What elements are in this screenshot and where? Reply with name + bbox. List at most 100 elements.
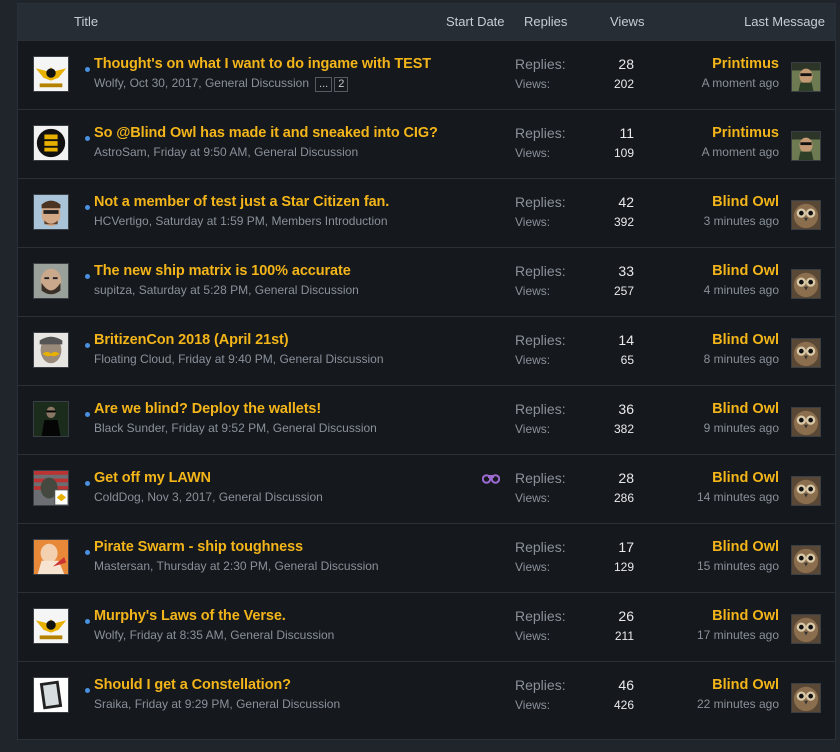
- last-message-time[interactable]: 14 minutes ago: [697, 490, 779, 504]
- last-message-user[interactable]: Blind Owl: [712, 539, 779, 555]
- frame-icon[interactable]: [33, 677, 69, 713]
- thread-row[interactable]: So @Blind Owl has made it and sneaked in…: [18, 109, 835, 178]
- thread-title[interactable]: Thought's on what I want to do ingame wi…: [94, 56, 431, 72]
- thread-start-date[interactable]: Friday at 9:40 PM: [178, 352, 273, 366]
- last-message-user[interactable]: Blind Owl: [712, 194, 779, 210]
- thread-title[interactable]: Get off my LAWN: [94, 470, 211, 486]
- thread-title[interactable]: The new ship matrix is 100% accurate: [94, 263, 351, 279]
- thread-author[interactable]: AstroSam: [94, 145, 147, 159]
- owl-avatar-icon[interactable]: [791, 269, 821, 299]
- thread-forum[interactable]: Members Introduction: [271, 214, 387, 228]
- thread-author[interactable]: ColdDog: [94, 490, 141, 504]
- thread-forum[interactable]: General Discussion: [236, 697, 340, 711]
- thread-start-date[interactable]: Oct 30, 2017: [130, 76, 199, 90]
- thread-row[interactable]: Pirate Swarm - ship toughness Mastersan, …: [18, 523, 835, 592]
- mustache-face-icon[interactable]: [33, 332, 69, 368]
- thread-start-date[interactable]: Friday at 8:35 AM: [130, 628, 224, 642]
- thread-meta: HCVertigo, Saturday at 1:59 PM, Members …: [94, 214, 388, 228]
- last-message-time[interactable]: 9 minutes ago: [704, 421, 779, 435]
- column-views[interactable]: Views: [610, 14, 644, 29]
- owl-avatar-icon[interactable]: [791, 407, 821, 437]
- last-message-user[interactable]: Blind Owl: [712, 470, 779, 486]
- orange-figure-icon[interactable]: [33, 539, 69, 575]
- t-logo-icon[interactable]: [33, 125, 69, 161]
- last-message-time[interactable]: 17 minutes ago: [697, 628, 779, 642]
- page-link[interactable]: ...: [315, 77, 333, 92]
- last-message-user[interactable]: Printimus: [712, 56, 779, 72]
- thread-meta: ColdDog, Nov 3, 2017, General Discussion: [94, 490, 323, 504]
- owl-avatar-icon[interactable]: [791, 476, 821, 506]
- last-message-time[interactable]: 4 minutes ago: [704, 283, 779, 297]
- face-avatar-icon[interactable]: [33, 194, 69, 230]
- thread-forum[interactable]: General Discussion: [230, 628, 334, 642]
- thread-author[interactable]: Sraika: [94, 697, 128, 711]
- thread-author[interactable]: Floating Cloud: [94, 352, 171, 366]
- last-message-user[interactable]: Blind Owl: [712, 401, 779, 417]
- thread-row[interactable]: Not a member of test just a Star Citizen…: [18, 178, 835, 247]
- last-message-user[interactable]: Blind Owl: [712, 263, 779, 279]
- last-message-user[interactable]: Blind Owl: [712, 677, 779, 693]
- thread-author[interactable]: supitza: [94, 283, 132, 297]
- thread-row[interactable]: Are we blind? Deploy the wallets! Black S…: [18, 385, 835, 454]
- thread-title[interactable]: Are we blind? Deploy the wallets!: [94, 401, 321, 417]
- last-message-user[interactable]: Blind Owl: [712, 332, 779, 348]
- thread-row[interactable]: BritizenCon 2018 (April 21st) Floating Cl…: [18, 316, 835, 385]
- column-title[interactable]: Title: [74, 14, 98, 29]
- last-message-time[interactable]: 22 minutes ago: [697, 697, 779, 711]
- thread-start-date[interactable]: Nov 3, 2017: [147, 490, 212, 504]
- thread-title[interactable]: BritizenCon 2018 (April 21st): [94, 332, 289, 348]
- thread-start-date[interactable]: Friday at 9:52 PM: [171, 421, 266, 435]
- thread-row[interactable]: Should I get a Constellation? Sraika, Fri…: [18, 661, 835, 730]
- last-message-time[interactable]: 3 minutes ago: [704, 214, 779, 228]
- thread-row[interactable]: Murphy's Laws of the Verse. Wolfy, Friday…: [18, 592, 835, 661]
- thread-title[interactable]: Murphy's Laws of the Verse.: [94, 608, 286, 624]
- wings-badge-icon[interactable]: [33, 56, 69, 92]
- thread-title[interactable]: Should I get a Constellation?: [94, 677, 291, 693]
- thread-forum[interactable]: General Discussion: [279, 352, 383, 366]
- owl-avatar-icon[interactable]: [791, 338, 821, 368]
- column-last-message[interactable]: Last Message: [744, 14, 825, 29]
- thread-row[interactable]: Get off my LAWN ColdDog, Nov 3, 2017, Gen…: [18, 454, 835, 523]
- thread-start-date[interactable]: Friday at 9:50 AM: [153, 145, 247, 159]
- wings-badge-icon[interactable]: [33, 608, 69, 644]
- bearded-face-icon[interactable]: [33, 263, 69, 299]
- flag-soldier-icon[interactable]: [33, 470, 69, 506]
- thread-start-date[interactable]: Thursday at 2:30 PM: [156, 559, 267, 573]
- thread-row[interactable]: The new ship matrix is 100% accurate supi…: [18, 247, 835, 316]
- thread-forum[interactable]: General Discussion: [273, 421, 377, 435]
- matrix-figure-icon[interactable]: [33, 401, 69, 437]
- thread-forum[interactable]: General Discussion: [219, 490, 323, 504]
- last-message-time[interactable]: 8 minutes ago: [704, 352, 779, 366]
- last-message-user[interactable]: Blind Owl: [712, 608, 779, 624]
- thread-title[interactable]: So @Blind Owl has made it and sneaked in…: [94, 125, 438, 141]
- last-message-user[interactable]: Printimus: [712, 125, 779, 141]
- thread-start-date[interactable]: Saturday at 5:28 PM: [139, 283, 248, 297]
- last-message-time[interactable]: 15 minutes ago: [697, 559, 779, 573]
- thread-row[interactable]: Thought's on what I want to do ingame wi…: [18, 40, 835, 109]
- thread-author[interactable]: Mastersan: [94, 559, 150, 573]
- thread-author[interactable]: Wolfy: [94, 628, 123, 642]
- page-link[interactable]: 2: [334, 77, 349, 92]
- owl-avatar-icon[interactable]: [791, 614, 821, 644]
- thread-title[interactable]: Not a member of test just a Star Citizen…: [94, 194, 389, 210]
- thread-forum[interactable]: General Discussion: [254, 145, 358, 159]
- owl-avatar-icon[interactable]: [791, 545, 821, 575]
- thread-start-date[interactable]: Friday at 9:29 PM: [135, 697, 230, 711]
- unread-dot-icon: [85, 481, 90, 486]
- last-message-time[interactable]: A moment ago: [702, 76, 779, 90]
- column-start-date[interactable]: Start Date: [446, 14, 505, 29]
- thread-title[interactable]: Pirate Swarm - ship toughness: [94, 539, 303, 555]
- thread-forum[interactable]: General Discussion: [205, 76, 309, 90]
- owl-avatar-icon[interactable]: [791, 683, 821, 713]
- thread-author[interactable]: Wolfy: [94, 76, 123, 90]
- last-message-time[interactable]: A moment ago: [702, 145, 779, 159]
- thread-start-date[interactable]: Saturday at 1:59 PM: [155, 214, 264, 228]
- thread-forum[interactable]: General Discussion: [275, 559, 379, 573]
- column-replies[interactable]: Replies: [524, 14, 567, 29]
- thread-author[interactable]: Black Sunder: [94, 421, 165, 435]
- soldier-avatar-icon[interactable]: [791, 62, 821, 92]
- soldier-avatar-icon[interactable]: [791, 131, 821, 161]
- owl-avatar-icon[interactable]: [791, 200, 821, 230]
- thread-author[interactable]: HCVertigo: [94, 214, 149, 228]
- thread-forum[interactable]: General Discussion: [255, 283, 359, 297]
